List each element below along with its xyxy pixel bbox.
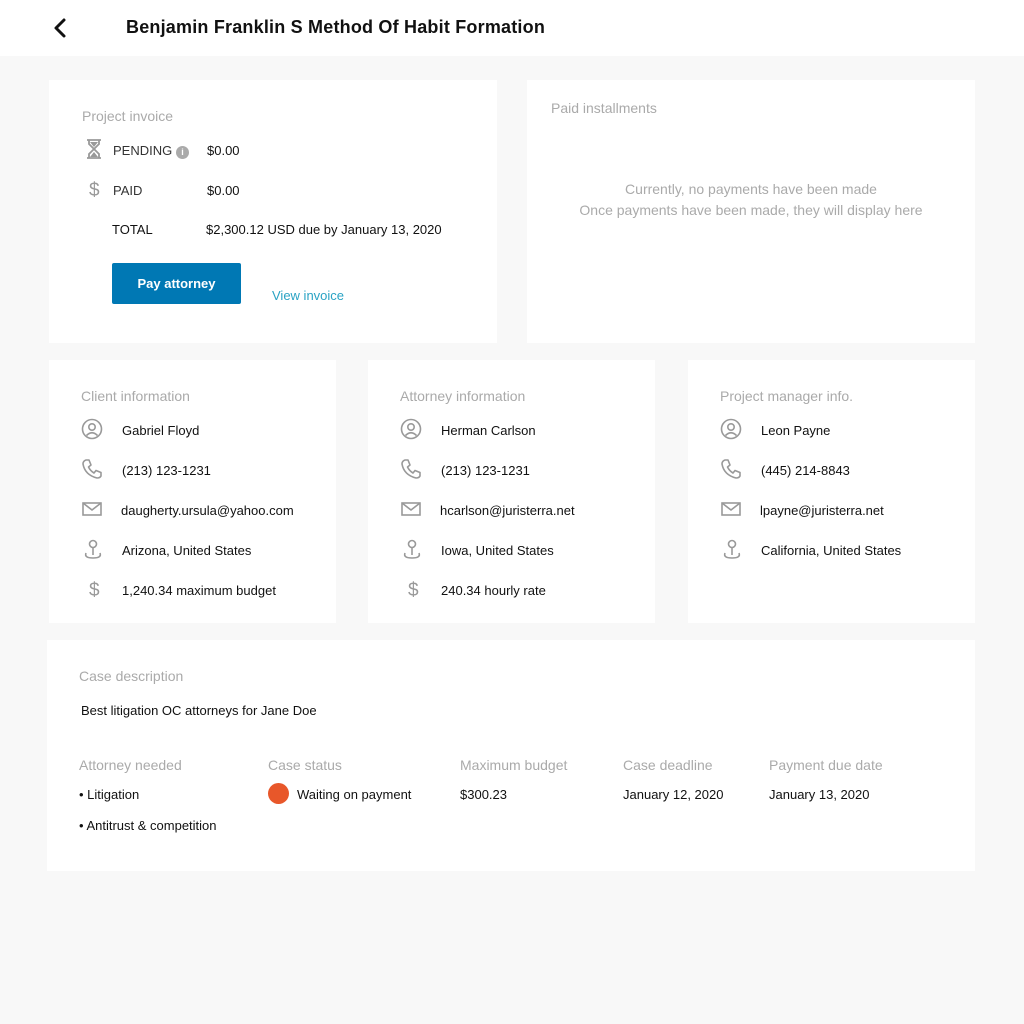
case-description: Best litigation OC attorneys for Jane Do… (81, 703, 317, 718)
user-icon (720, 418, 742, 440)
paid-value: $0.00 (207, 183, 240, 198)
phone-icon (81, 458, 103, 480)
phone-icon (400, 458, 422, 480)
total-value: $2,300.12 USD due by January 13, 2020 (206, 222, 442, 237)
client-card-title: Client information (81, 388, 190, 404)
pending-value: $0.00 (207, 143, 240, 158)
location-icon (81, 538, 103, 560)
user-icon (81, 418, 103, 440)
attorney-name: Herman Carlson (441, 423, 536, 438)
phone-icon (720, 458, 742, 480)
case-deadline-label: Case deadline (623, 757, 713, 773)
attorney-needed-label: Attorney needed (79, 757, 182, 773)
svg-text:$: $ (89, 180, 100, 200)
dollar-icon: $ (83, 578, 105, 600)
dollar-icon: $ (83, 178, 105, 200)
page-title: Benjamin Franklin S Method Of Habit Form… (126, 17, 546, 37)
manager-location: California, United States (761, 543, 902, 558)
pay-attorney-button[interactable]: Pay attorney (112, 263, 241, 304)
location-icon (400, 538, 422, 560)
svg-text:$: $ (89, 580, 100, 600)
invoice-card-title: Project invoice (82, 108, 174, 124)
manager-email: lpayne@juristerra.net (760, 503, 884, 518)
case-card-title: Case description (79, 668, 184, 684)
client-location: Arizona, United States (122, 543, 252, 558)
header-bar: Benjamin Franklin S Method Of Habit Form… (0, 0, 1024, 56)
max-budget-value: $300.23 (460, 787, 507, 802)
paid-label: PAID (113, 183, 143, 198)
dollar-icon: $ (402, 578, 424, 600)
attorney-email: hcarlson@juristerra.net (440, 503, 575, 518)
manager-phone: (445) 214-8843 (761, 463, 850, 478)
status-indicator (268, 783, 289, 804)
client-email: daugherty.ursula@yahoo.com (121, 503, 294, 518)
user-icon (400, 418, 422, 440)
max-budget-label: Maximum budget (460, 757, 568, 773)
client-phone: (213) 123-1231 (122, 463, 211, 478)
installments-card-title: Paid installments (551, 100, 657, 116)
attorney-needed-item: • Antitrust & competition (79, 818, 217, 833)
manager-card-title: Project manager info. (720, 388, 854, 404)
attorney-needed-item: • Litigation (79, 787, 140, 802)
case-deadline-value: January 12, 2020 (623, 787, 724, 802)
location-icon (720, 538, 742, 560)
view-invoice-link[interactable]: View invoice (272, 288, 344, 303)
attorney-location: Iowa, United States (441, 543, 554, 558)
client-name: Gabriel Floyd (122, 423, 200, 438)
svg-text:$: $ (408, 580, 419, 600)
empty-message-line1: Currently, no payments have been made (625, 181, 877, 197)
manager-name: Leon Payne (761, 423, 831, 438)
info-icon[interactable]: i (176, 142, 189, 160)
back-arrow-icon[interactable] (50, 16, 72, 40)
total-label: TOTAL (112, 222, 153, 237)
pending-label: PENDING (113, 143, 173, 158)
hourglass-icon (83, 138, 105, 160)
case-status-label: Case status (268, 757, 342, 773)
attorney-rate: 240.34 hourly rate (441, 583, 546, 598)
payment-due-value: January 13, 2020 (769, 787, 870, 802)
mail-icon (81, 498, 103, 520)
mail-icon (720, 498, 742, 520)
mail-icon (400, 498, 422, 520)
case-card (47, 640, 975, 871)
client-budget: 1,240.34 maximum budget (122, 583, 276, 598)
case-status: Waiting on payment (297, 787, 412, 802)
payment-due-label: Payment due date (769, 757, 883, 773)
empty-message-line2: Once payments have been made, they will … (579, 202, 923, 218)
attorney-phone: (213) 123-1231 (441, 463, 530, 478)
attorney-card-title: Attorney information (400, 388, 526, 404)
